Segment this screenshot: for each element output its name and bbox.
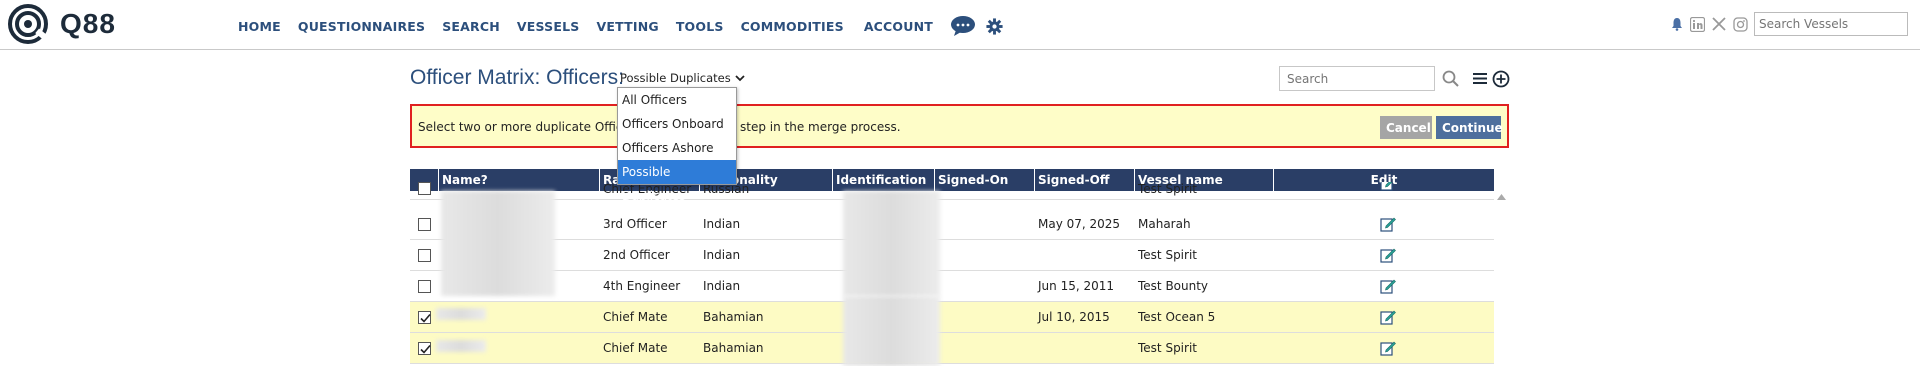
merge-instruction-banner: Select two or more duplicate Officers st…	[410, 104, 1509, 148]
table-row[interactable]: Chief EngineerRussianTest Spirit	[410, 182, 1494, 200]
cell-rank: 2nd Officer	[603, 248, 670, 262]
cell-signed-off	[1035, 182, 1038, 199]
redacted-block	[843, 191, 940, 296]
cell-vessel-name: Test Bounty	[1138, 279, 1209, 293]
edit-icon[interactable]	[1380, 247, 1396, 263]
row-checkbox[interactable]	[418, 342, 431, 355]
right-tools	[1664, 12, 1908, 36]
page-title: Officer Matrix: Officers:	[410, 66, 624, 89]
officer-search-input[interactable]	[1279, 66, 1435, 91]
filter-option-onboard[interactable]: Officers Onboard	[618, 112, 736, 136]
main-nav: HOME QUESTIONNAIRES SEARCH VESSELS VETTI…	[238, 15, 1003, 37]
redacted-block	[436, 308, 486, 320]
cell-vessel-name: Test Spirit	[1138, 248, 1197, 262]
officer-filter-select[interactable]: Possible Duplicates	[620, 71, 745, 85]
row-checkbox[interactable]	[418, 249, 431, 262]
cell-nationality: Bahamian	[703, 310, 764, 324]
table-row[interactable]: 4th Engineer Indian Jun 15, 2011 Test Bount…	[410, 271, 1494, 302]
table-row[interactable]: 3rd Officer Indian May 07, 2025 Maharah	[410, 209, 1494, 240]
edit-icon[interactable]	[1380, 340, 1396, 356]
banner-text-left: Select two or more duplicate Officers	[418, 120, 642, 134]
nav-questionnaires[interactable]: QUESTIONNAIRES	[298, 19, 425, 34]
nav-vetting[interactable]: VETTING	[596, 19, 658, 34]
chevron-down-icon	[735, 74, 745, 81]
instagram-icon[interactable]	[1733, 16, 1748, 32]
row-checkbox[interactable]	[418, 311, 431, 324]
filter-option-all[interactable]: All Officers	[618, 88, 736, 112]
cell-vessel-name: Test Spirit	[1138, 341, 1197, 355]
linkedin-icon[interactable]	[1690, 16, 1705, 32]
cell-vessel-name: Maharah	[1138, 217, 1191, 231]
cell-signed-off	[1035, 333, 1038, 364]
cell-signed-off: May 07, 2025	[1038, 217, 1121, 231]
row-checkbox[interactable]	[418, 218, 431, 231]
table-row[interactable]: 2nd Officer Indian Test Spirit	[410, 240, 1494, 271]
edit-icon[interactable]	[1380, 309, 1396, 325]
cell-rank: 3rd Officer	[603, 217, 667, 231]
cell-rank: 4th Engineer	[603, 279, 681, 293]
redacted-block	[843, 296, 940, 366]
cancel-button[interactable]: Cancel	[1380, 116, 1432, 139]
filter-dropdown-menu: All Officers Officers Onboard Officers A…	[617, 87, 737, 203]
q88-logo-icon	[8, 4, 48, 44]
row-checkbox[interactable]	[418, 280, 431, 293]
cell-nationality: Bahamian	[703, 341, 764, 355]
cell-rank: Chief Mate	[603, 341, 668, 355]
nav-tools[interactable]: TOOLS	[676, 19, 724, 34]
redacted-block	[441, 191, 555, 296]
nav-home[interactable]: HOME	[238, 19, 281, 34]
filter-option-duplicates[interactable]: Possible Duplicates	[618, 160, 736, 203]
cell-nationality: Indian	[703, 279, 741, 293]
add-circle-icon[interactable]	[1492, 70, 1510, 88]
banner-text-right: step in the merge process.	[740, 120, 901, 134]
checkmark-icon	[420, 344, 431, 354]
continue-button[interactable]: Continue	[1436, 116, 1503, 139]
cell-nationality: Indian	[703, 248, 741, 262]
cell-vessel-name: Test Ocean 5	[1138, 310, 1216, 324]
bell-icon[interactable]	[1671, 17, 1683, 31]
search-icon[interactable]	[1442, 70, 1459, 87]
cell-signed-off: Jun 15, 2011	[1038, 279, 1115, 293]
cell-nationality: Indian	[703, 217, 741, 231]
chat-icon[interactable]	[950, 15, 976, 37]
edit-icon[interactable]	[1380, 182, 1396, 191]
nav-commodities[interactable]: COMMODITIES	[741, 19, 844, 34]
checkmark-icon	[420, 313, 431, 323]
vessel-search-input[interactable]	[1754, 12, 1908, 36]
x-twitter-icon[interactable]	[1712, 17, 1726, 31]
nav-vessels[interactable]: VESSELS	[517, 19, 580, 34]
edit-icon[interactable]	[1380, 216, 1396, 232]
gear-icon[interactable]	[986, 17, 1003, 35]
cell-vessel-name: Test Spirit	[1138, 182, 1197, 196]
row-checkbox[interactable]	[418, 182, 431, 195]
scroll-up-arrow-icon[interactable]	[1497, 194, 1506, 200]
q88-logo[interactable]: Q88	[8, 4, 116, 44]
table-row[interactable]: Chief Mate Bahamian Test Spirit	[410, 333, 1494, 364]
nav-account[interactable]: ACCOUNT	[864, 19, 933, 34]
cell-signed-off: Jul 10, 2015	[1038, 310, 1110, 324]
nav-search[interactable]: SEARCH	[442, 19, 500, 34]
filter-selected-value: Possible Duplicates	[620, 71, 731, 85]
top-navbar: Q88 HOME QUESTIONNAIRES SEARCH VESSELS V…	[0, 0, 1920, 50]
redacted-block	[436, 340, 486, 352]
filter-option-ashore[interactable]: Officers Ashore	[618, 136, 736, 160]
edit-icon[interactable]	[1380, 278, 1396, 294]
brand-name: Q88	[60, 8, 116, 39]
table-row[interactable]: Chief Mate Bahamian Jul 10, 2015 Test Ocean…	[410, 302, 1494, 333]
list-menu-icon[interactable]	[1472, 71, 1488, 86]
cell-signed-off	[1035, 240, 1038, 271]
cell-rank: Chief Mate	[603, 310, 668, 324]
